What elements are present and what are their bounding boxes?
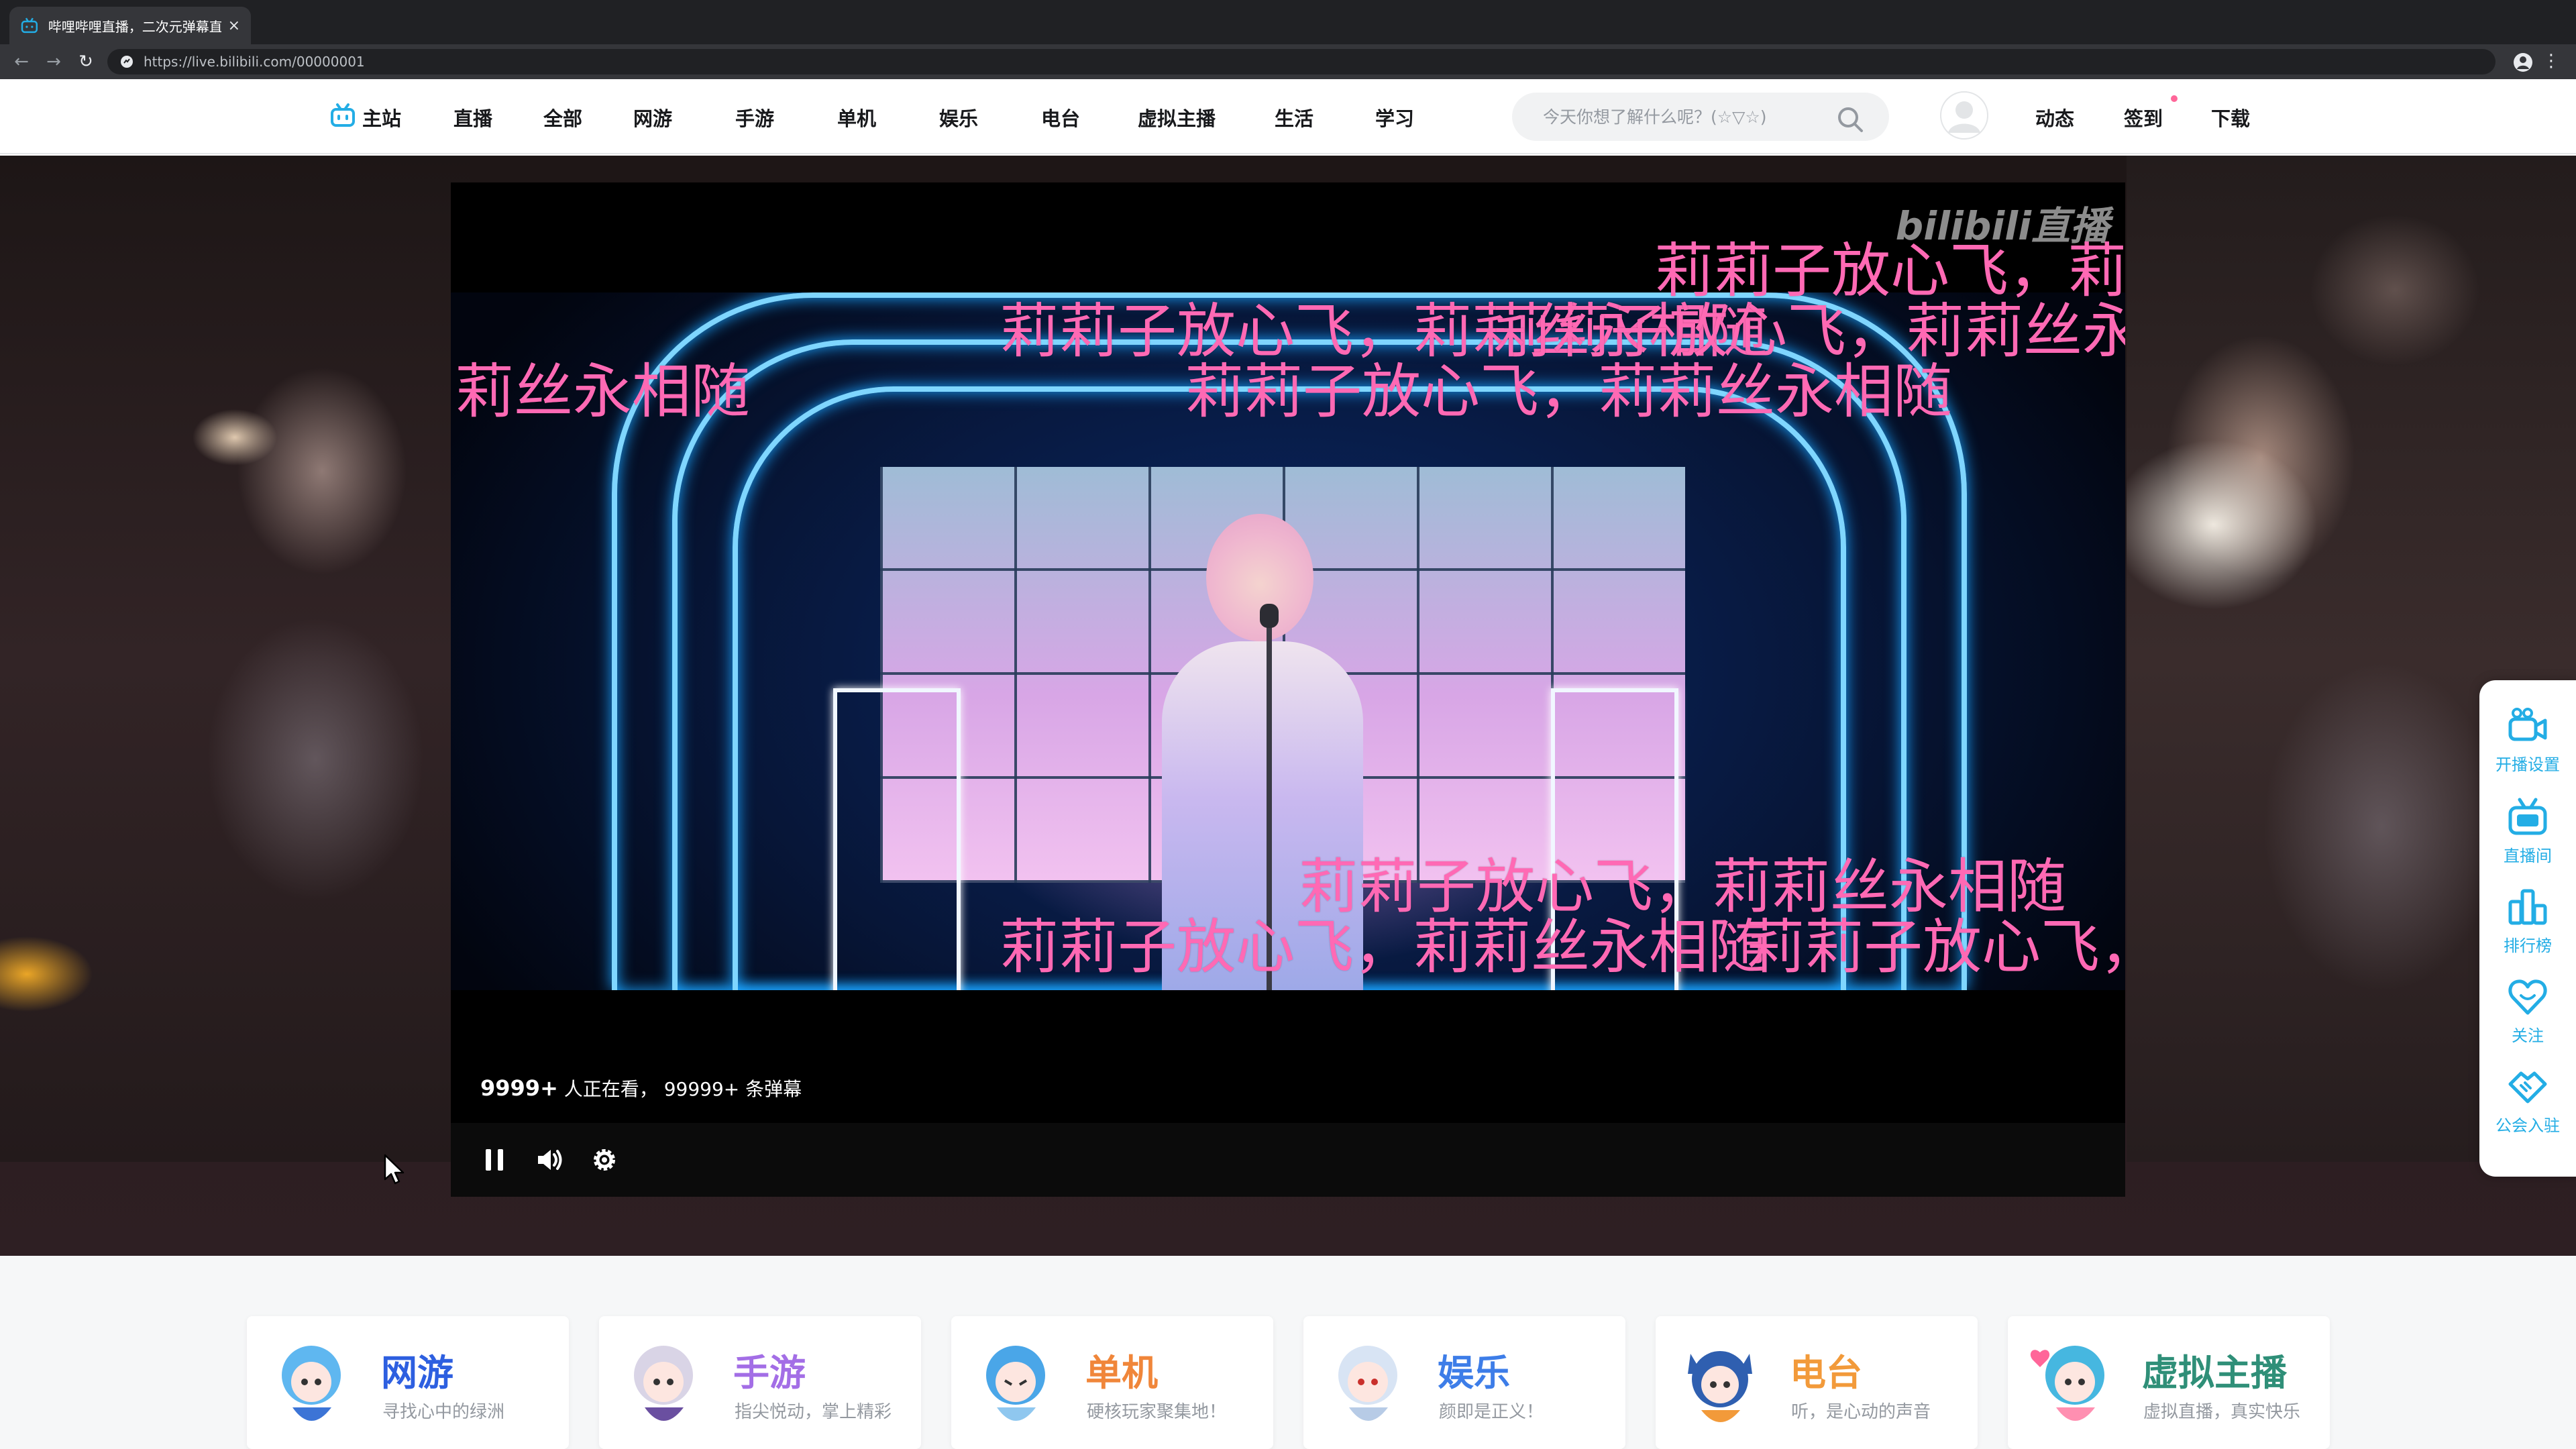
address-bar[interactable]: https://live.bilibili.com/00000001: [107, 49, 2496, 74]
dock-live-room[interactable]: 直播间: [2479, 790, 2576, 880]
nav-item-vtuber[interactable]: 虚拟主播: [1138, 103, 1216, 131]
category-card-online-games[interactable]: 网游 寻找心中的绿洲: [247, 1316, 569, 1449]
avatar[interactable]: [1940, 91, 1988, 140]
mascot-vtuber-icon: [2030, 1346, 2104, 1421]
nav-item-all[interactable]: 全部: [543, 103, 582, 131]
leaderboard-icon: [2508, 889, 2547, 925]
mascot-mobile-games-icon: [634, 1346, 693, 1421]
nav-home-link[interactable]: 主站: [362, 103, 401, 131]
danmaku-count: 99999+: [663, 1078, 740, 1100]
nav-item-single-player[interactable]: 单机: [837, 103, 876, 131]
light-frame-left: [833, 688, 961, 990]
tab-title: 哔哩哔哩直播，二次元弹幕直播: [48, 18, 221, 35]
browser-tab[interactable]: 哔哩哔哩直播，二次元弹幕直播 ×: [9, 7, 251, 44]
danmaku-comment: 莉莉子放心飞，: [1746, 912, 2125, 981]
dock-label: 开播设置: [2496, 755, 2560, 774]
tab-close-icon[interactable]: ×: [228, 17, 240, 34]
site-info-icon[interactable]: [119, 54, 134, 69]
category-strip: 网游 寻找心中的绿洲 手游 指尖悦动，掌上精彩 单机 硬核玩家聚集地！ 娱乐 颜…: [0, 1256, 2576, 1449]
dock-leaderboard[interactable]: 排行榜: [2479, 880, 2576, 970]
mouse-pointer-icon: [384, 1154, 405, 1185]
side-dock: 开播设置 直播间 排行榜 关注 公会入驻: [2479, 680, 2576, 1177]
category-card-single-player[interactable]: 单机 硬核玩家聚集地！: [951, 1316, 1273, 1449]
default-avatar-icon: [1940, 91, 1988, 140]
category-title: 虚拟主播: [2142, 1352, 2287, 1394]
search-input[interactable]: [1543, 102, 1831, 131]
browser-profile-icon[interactable]: [2513, 52, 2533, 72]
nav-item-study[interactable]: 学习: [1375, 103, 1414, 131]
bilibili-favicon-icon: [21, 17, 38, 34]
danmaku-comment: 莉莉子放心飞，莉莉: [1654, 236, 2125, 305]
category-title: 网游: [381, 1352, 453, 1394]
mascot-online-games-icon: [282, 1346, 341, 1421]
browser-menu-icon[interactable]: ⋮: [2542, 51, 2560, 71]
dock-follow[interactable]: 关注: [2479, 970, 2576, 1060]
category-subtitle: 寻找心中的绿洲: [382, 1402, 505, 1422]
nav-dynamic-link[interactable]: 动态: [2035, 103, 2074, 131]
url-text: https://live.bilibili.com/00000001: [144, 54, 365, 70]
settings-gear-icon[interactable]: [588, 1143, 621, 1177]
nav-item-mobile-games[interactable]: 手游: [735, 103, 774, 131]
nav-item-live[interactable]: 直播: [453, 103, 492, 131]
category-card-radio[interactable]: 电台 听，是心动的声音: [1656, 1316, 1978, 1449]
handshake-icon: [2508, 1071, 2547, 1104]
category-title: 手游: [733, 1352, 806, 1394]
danmaku-comment: 莉莉子放心飞，莉莉丝永: [1492, 297, 2125, 366]
browser-toolbar: ← → ↻ https://live.bilibili.com/00000001…: [0, 44, 2576, 79]
category-card-vtuber[interactable]: 虚拟主播 虚拟直播，真实快乐: [2008, 1316, 2330, 1449]
danmaku-comment: 莉莉子放心飞，莉莉丝永相随: [1185, 357, 1953, 426]
tv-logo-icon[interactable]: [330, 103, 356, 127]
viewer-stats: 9999+ 人正在看， 99999+ 条弹幕: [480, 1075, 802, 1102]
category-subtitle: 虚拟直播，真实快乐: [2143, 1402, 2301, 1422]
category-card-mobile-games[interactable]: 手游 指尖悦动，掌上精彩: [599, 1316, 921, 1449]
dock-label: 排行榜: [2504, 936, 2552, 955]
heart-icon: [2508, 979, 2547, 1015]
viewer-count: 9999+: [480, 1075, 558, 1101]
microphone-icon: [1260, 604, 1279, 628]
danmaku-comment: 莉丝永相随: [455, 357, 751, 426]
camera-icon: [2508, 708, 2547, 741]
category-subtitle: 硬核玩家聚集地！: [1087, 1402, 1227, 1422]
back-arrow-icon[interactable]: ←: [9, 50, 34, 74]
category-subtitle: 颜即是正义！: [1439, 1402, 1544, 1422]
tv-icon: [2508, 798, 2547, 835]
viewer-label: 人正在看，: [564, 1078, 658, 1100]
forward-arrow-icon[interactable]: →: [42, 50, 66, 74]
site-header: 主站 直播 全部 网游 手游 单机 娱乐 电台 虚拟主播 生活 学习 动态 签到…: [0, 79, 2576, 154]
search-box: [1512, 93, 1889, 141]
dock-label: 关注: [2512, 1026, 2544, 1045]
dock-label: 直播间: [2504, 847, 2552, 865]
dock-guild-join[interactable]: 公会入驻: [2479, 1060, 2576, 1150]
category-title: 娱乐: [1438, 1352, 1510, 1394]
danmaku-comment: 莉莉子放心飞，莉莉丝永相随: [1299, 852, 2067, 921]
nav-item-online-games[interactable]: 网游: [633, 103, 672, 131]
mascot-single-player-icon: [986, 1346, 1045, 1421]
pause-icon[interactable]: [478, 1143, 511, 1177]
category-title: 单机: [1085, 1352, 1158, 1394]
hero-banner: bilibili直播 莉莉子放心飞，莉莉 莉莉子放心飞，莉莉丝永相随 莉丝永相随…: [0, 156, 2576, 1256]
mascot-radio-icon: [1688, 1351, 1752, 1422]
banner-photo-left: [0, 156, 470, 1162]
nav-signin-link[interactable]: 签到: [2124, 103, 2163, 131]
reload-icon[interactable]: ↻: [74, 50, 98, 74]
mascot-entertainment-icon: [1338, 1346, 1397, 1421]
category-card-entertainment[interactable]: 娱乐 颜即是正义！: [1303, 1316, 1625, 1449]
volume-icon[interactable]: [533, 1143, 566, 1177]
category-subtitle: 指尖悦动，掌上精彩: [735, 1402, 892, 1422]
nav-item-life[interactable]: 生活: [1275, 103, 1313, 131]
browser-tab-bar: 哔哩哔哩直播，二次元弹幕直播 ×: [0, 0, 2576, 44]
signin-notification-dot: [2171, 95, 2178, 102]
nav-download-link[interactable]: 下载: [2211, 103, 2250, 131]
danmaku-label: 条弹幕: [745, 1078, 802, 1100]
live-player[interactable]: bilibili直播 莉莉子放心飞，莉莉 莉莉子放心飞，莉莉丝永相随 莉丝永相随…: [451, 182, 2125, 1197]
category-title: 电台: [1790, 1352, 1862, 1394]
search-icon[interactable]: [1835, 105, 1865, 134]
nav-item-entertainment[interactable]: 娱乐: [939, 103, 978, 131]
nav-item-radio[interactable]: 电台: [1041, 103, 1080, 131]
category-subtitle: 听，是心动的声音: [1791, 1402, 1931, 1422]
danmaku-comment: 莉莉子放心飞，莉莉丝永相随: [1000, 912, 1768, 981]
dock-stream-settings[interactable]: 开播设置: [2479, 699, 2576, 789]
dock-label: 公会入驻: [2496, 1116, 2560, 1135]
player-control-bar: [451, 1123, 2125, 1197]
